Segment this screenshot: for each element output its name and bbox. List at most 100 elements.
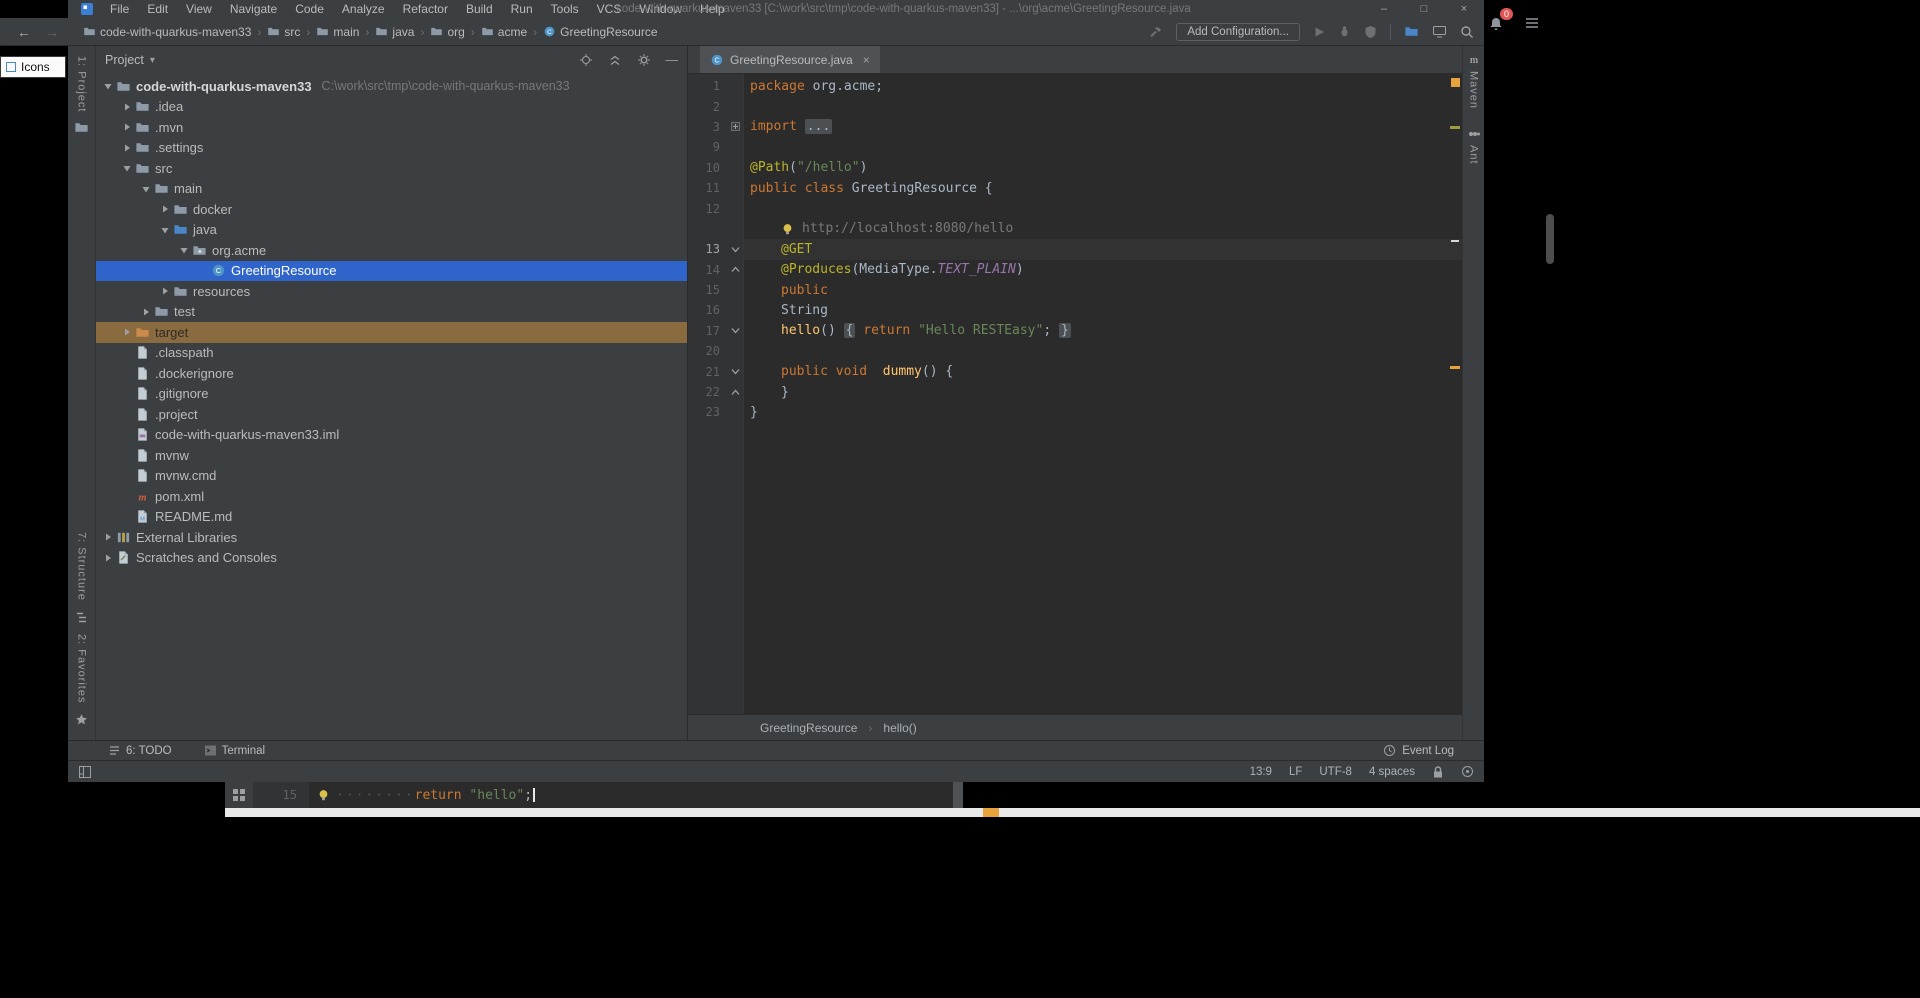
tree-toggle-icon[interactable] [176, 245, 191, 255]
tree-row-dockerignore[interactable]: .dockerignore [96, 363, 687, 384]
code-line-13[interactable]: 13 @GET [688, 239, 1462, 260]
tree-row-code-with-quarkus-maven33-iml[interactable]: code-with-quarkus-maven33.iml [96, 425, 687, 446]
tree-toggle-icon[interactable] [100, 553, 115, 563]
menu-item-view[interactable]: View [177, 2, 221, 16]
tree-row-resources[interactable]: resources [96, 281, 687, 302]
caret-position[interactable]: 13:9 [1250, 766, 1272, 778]
file-encoding[interactable]: UTF-8 [1319, 766, 1352, 778]
structure-icon[interactable] [75, 611, 88, 624]
lock-icon[interactable] [1432, 765, 1444, 779]
indicator-icon[interactable] [1461, 765, 1474, 778]
maven-icon[interactable]: m [1467, 52, 1481, 66]
back-button[interactable]: ← [10, 24, 38, 40]
tree-row-settings[interactable]: .settings [96, 138, 687, 159]
maximize-button[interactable]: □ [1404, 3, 1444, 15]
breadcrumb-item-src[interactable]: src [264, 25, 303, 39]
menu-item-refactor[interactable]: Refactor [394, 2, 457, 16]
tree-row-mvn[interactable]: .mvn [96, 117, 687, 138]
menu-item-run[interactable]: Run [502, 2, 542, 16]
fold-marker-icon[interactable] [726, 122, 744, 132]
search-everywhere-icon[interactable] [1460, 25, 1474, 39]
minimize-button[interactable]: – [1364, 3, 1404, 15]
tree-row-java[interactable]: java [96, 220, 687, 241]
icons-floating-window[interactable]: Icons [0, 56, 66, 78]
code-line-inlay[interactable]: http://localhost:8080/hello [688, 219, 1462, 239]
coverage-icon[interactable] [1364, 25, 1377, 38]
tree-row-scratches-and-consoles[interactable]: Scratches and Consoles [96, 548, 687, 569]
tree-row-org-acme[interactable]: org.acme [96, 240, 687, 261]
fold-marker-icon[interactable] [726, 326, 744, 335]
code-line-2[interactable]: 2 [688, 96, 1462, 116]
tree-toggle-icon[interactable] [119, 122, 134, 132]
code-line-23[interactable]: 23} [688, 402, 1462, 422]
code-line-17[interactable]: 17 hello() { return "Hello RESTEasy"; } [688, 321, 1462, 341]
tree-toggle-icon[interactable] [157, 286, 172, 296]
terminal-window-icon[interactable] [1432, 24, 1447, 39]
tree-toggle-icon[interactable] [157, 225, 172, 235]
editor-breadcrumb-item[interactable]: GreetingResource [758, 721, 859, 735]
tree-row-docker[interactable]: docker [96, 199, 687, 220]
tool-window-toggle-icon[interactable] [78, 765, 92, 779]
run-icon[interactable] [1313, 26, 1325, 38]
breadcrumb-item-org[interactable]: org [427, 25, 467, 39]
code-line-11[interactable]: 11 public class GreetingResource { [688, 178, 1462, 198]
tool-stripe-project[interactable]: 1: Project [76, 56, 88, 112]
error-stripe-warning-mark[interactable] [1450, 366, 1460, 369]
hide-panel-icon[interactable]: — [666, 53, 679, 67]
tree-row-target[interactable]: target [96, 322, 687, 343]
code-line-16[interactable]: 16 String [688, 300, 1462, 320]
code-line-9[interactable]: 9 [688, 137, 1462, 157]
tree-row-main[interactable]: main [96, 179, 687, 200]
breadcrumb-item-greetingresource[interactable]: C GreetingResource [540, 25, 660, 39]
tree-row-pom-xml[interactable]: m pom.xml [96, 486, 687, 507]
breadcrumb-item-acme[interactable]: acme [478, 25, 530, 39]
close-tab-icon[interactable]: × [863, 53, 870, 67]
project-structure-icon[interactable] [1404, 24, 1419, 39]
tree-row-project[interactable]: .project [96, 404, 687, 425]
tree-row-idea[interactable]: .idea [96, 97, 687, 118]
intention-bulb-icon[interactable] [317, 782, 330, 808]
project-view-selector[interactable]: Project [105, 53, 144, 67]
fold-marker-icon[interactable] [726, 245, 744, 254]
code-line-15[interactable]: 15 public [688, 280, 1462, 300]
menu-item-build[interactable]: Build [457, 2, 502, 16]
editor-tab[interactable]: C GreetingResource.java × [700, 46, 880, 73]
favorites-star-icon[interactable] [75, 713, 88, 726]
line-separator[interactable]: LF [1289, 766, 1302, 778]
tool-stripe-maven[interactable]: Maven [1468, 71, 1480, 109]
code-line-20[interactable]: 20 [688, 341, 1462, 361]
code-line-12[interactable]: 12 [688, 198, 1462, 218]
close-button[interactable]: × [1444, 3, 1484, 15]
build-hammer-icon[interactable] [1149, 25, 1163, 39]
code-line-1[interactable]: 1 package org.acme; [688, 76, 1462, 96]
breadcrumb-item-java[interactable]: java [372, 25, 417, 39]
code-line-3[interactable]: 3 import ... [688, 117, 1462, 137]
tree-row-mvnw-cmd[interactable]: mvnw.cmd [96, 466, 687, 487]
tree-row-external-libraries[interactable]: External Libraries [96, 527, 687, 548]
debug-icon[interactable] [1338, 25, 1351, 38]
error-stripe-corner-mark[interactable] [1451, 78, 1460, 87]
tree-toggle-icon[interactable] [100, 81, 115, 91]
fold-marker-icon[interactable] [726, 388, 744, 397]
tree-toggle-icon[interactable] [119, 143, 134, 153]
hamburger-menu-icon[interactable] [1524, 16, 1540, 30]
add-configuration-button[interactable]: Add Configuration... [1176, 22, 1300, 41]
tree-toggle-icon[interactable] [138, 307, 153, 317]
settings-gear-icon[interactable] [637, 53, 651, 67]
tree-row-gitignore[interactable]: .gitignore [96, 384, 687, 405]
tree-toggle-icon[interactable] [138, 184, 153, 194]
tree-toggle-icon[interactable] [119, 327, 134, 337]
ant-icon[interactable] [1468, 128, 1480, 140]
fold-marker-icon[interactable] [726, 367, 744, 376]
notifications-button[interactable]: 0 [1488, 8, 1513, 32]
tree-row-greetingresource[interactable]: C GreetingResource [96, 260, 687, 281]
code-line-14[interactable]: 14 @Produces (MediaType. TEXT_PLAIN) [688, 260, 1462, 280]
menu-item-analyze[interactable]: Analyze [333, 2, 394, 16]
tree-toggle-icon[interactable] [100, 532, 115, 542]
menu-item-tools[interactable]: Tools [542, 2, 588, 16]
tree-row-test[interactable]: test [96, 302, 687, 323]
menu-item-file[interactable]: File [101, 2, 138, 16]
tree-toggle-icon[interactable] [119, 102, 134, 112]
breadcrumb-item-main[interactable]: main [313, 25, 362, 39]
tree-row-src[interactable]: src [96, 158, 687, 179]
